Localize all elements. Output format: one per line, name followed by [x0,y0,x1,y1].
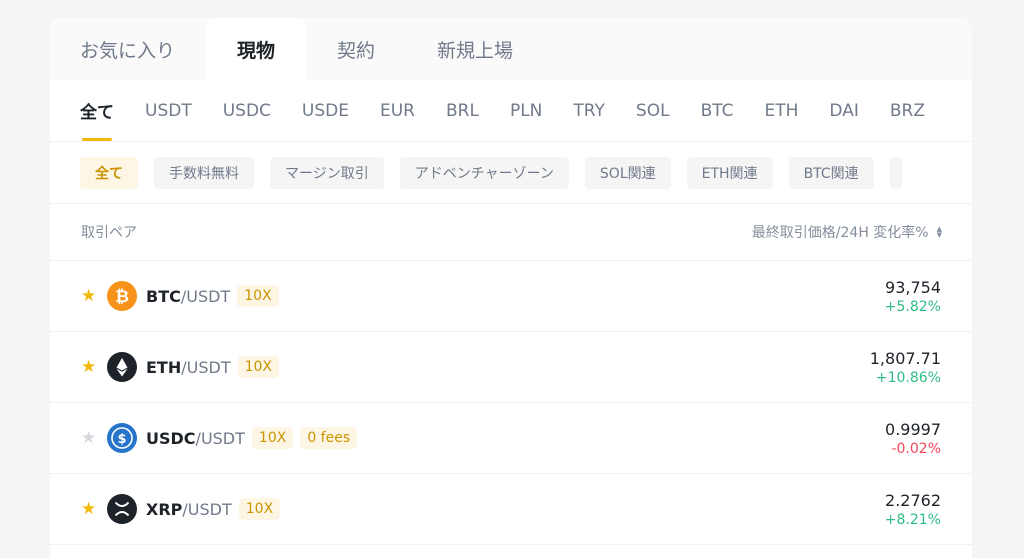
filter-chips: 全て 手数料無料 マージン取引 アドベンチャーゾーン SOL関連 ETH関連 B… [50,142,972,204]
quote-asset: /USDT [195,428,245,448]
last-price: 2.2762 [885,490,941,510]
quote-asset: /USDT [182,499,232,519]
quote-tab-brl[interactable]: BRL [446,80,479,141]
table-header: 取引ペア 最終取引価格/24H 変化率% ▲ ▼ [50,204,972,261]
leverage-badge: 10X [237,356,279,378]
price-column-header: 最終取引価格/24H 変化率% [751,225,929,241]
table-row[interactable]: ★ ETH/USDT 10X 1,807.71 +10.86% [50,332,972,403]
svg-text:$: $ [117,432,126,447]
last-price: 1,807.71 [869,348,941,368]
table-row[interactable]: ★ ₿ BTC/USDT 10X 93,754 +5.82% [50,261,972,332]
price-change: +5.82% [884,298,941,315]
quote-tab-try[interactable]: TRY [573,80,605,141]
tab-futures[interactable]: 契約 [306,18,406,80]
favorite-star-icon[interactable]: ★ [81,286,99,306]
quote-tab-all[interactable]: 全て [80,80,114,141]
quote-tab-btc[interactable]: BTC [701,80,734,141]
quote-tab-usdc[interactable]: USDC [223,80,271,141]
quote-asset-tabs: 全て USDT USDC USDE EUR BRL PLN TRY SOL BT… [50,80,972,142]
zero-fee-badge: 0 fees [300,427,358,449]
quote-tab-pln[interactable]: PLN [510,80,542,141]
ethereum-icon [107,352,137,382]
leverage-badge: 10X [237,285,279,307]
svg-text:₿: ₿ [115,287,129,307]
last-price: 93,754 [885,277,941,297]
quote-asset: /USDT [181,357,231,377]
base-asset: USDC [146,428,196,448]
price-sort-button[interactable]: 最終取引価格/24H 変化率% ▲ ▼ [752,222,942,242]
quote-tab-usde[interactable]: USDE [302,80,349,141]
filter-eth-ecosystem[interactable]: ETH関連 [686,156,773,189]
quote-tab-dai[interactable]: DAI [829,80,858,141]
base-asset: BTC [146,286,181,306]
leverage-badge: 10X [251,427,294,449]
favorite-star-icon[interactable]: ★ [81,357,99,377]
favorite-star-icon[interactable]: ★ [81,428,99,448]
quote-tab-eth[interactable]: ETH [764,80,798,141]
tab-new-listings[interactable]: 新規上場 [406,18,544,80]
tab-spot[interactable]: 現物 [206,18,307,80]
sort-icon: ▲ ▼ [936,225,942,239]
usdc-icon: $ [107,423,137,453]
filter-all[interactable]: 全て [80,156,138,189]
tab-favorites[interactable]: お気に入り [50,18,206,80]
table-row[interactable]: ★ XRP/USDT 10X 2.2762 +8.21% [50,474,972,545]
quote-tab-sol[interactable]: SOL [636,80,670,141]
price-change: +10.86% [875,369,941,386]
xrp-icon [107,494,137,524]
filter-btc-ecosystem[interactable]: BTC関連 [788,156,874,189]
markets-panel: お気に入り 現物 契約 新規上場 全て USDT USDC USDE EUR B… [50,18,972,558]
bitcoin-icon: ₿ [107,281,137,311]
table-row[interactable]: ★ $ USDC/USDT 10X 0 fees 0.9997 -0.02% [50,403,972,474]
quote-asset: /USDT [180,286,231,306]
filter-margin[interactable]: マージン取引 [270,156,384,189]
filter-more-chip[interactable] [889,156,902,189]
favorite-star-icon[interactable]: ★ [81,499,99,519]
market-category-tabs: お気に入り 現物 契約 新規上場 [50,18,972,80]
leverage-badge: 10X [238,498,281,520]
filter-adventure-zone[interactable]: アドベンチャーゾーン [399,156,569,189]
quote-tab-eur[interactable]: EUR [380,80,415,141]
price-change: +8.21% [884,511,941,528]
filter-zero-fee[interactable]: 手数料無料 [154,156,254,189]
quote-tab-usdt[interactable]: USDT [145,80,192,141]
last-price: 0.9997 [885,419,941,439]
base-asset: XRP [146,499,183,519]
price-change: -0.02% [891,440,941,457]
base-asset: ETH [146,357,182,377]
filter-sol-ecosystem[interactable]: SOL関連 [584,156,671,189]
quote-tab-brz[interactable]: BRZ [890,80,925,141]
pair-column-header: 取引ペア [81,225,137,241]
